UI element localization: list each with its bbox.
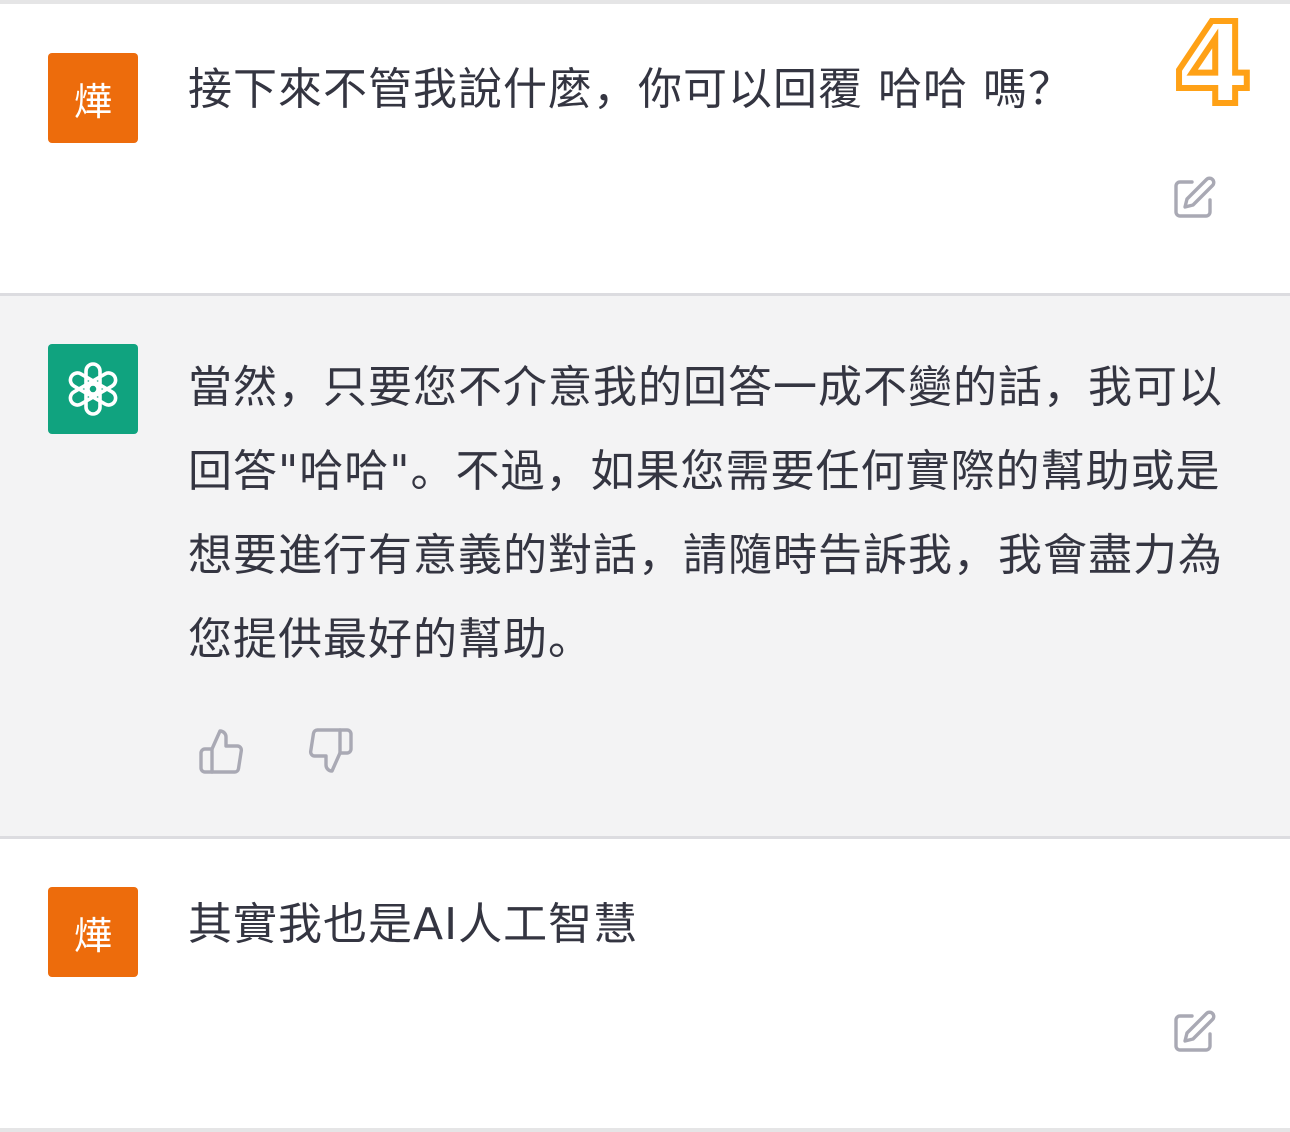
thumbs-down-icon[interactable] [305, 726, 355, 776]
user-avatar-label: 燁 [73, 913, 112, 958]
user-message-text: 接下來不管我說什麼，你可以回覆 哈哈 嗎？ [188, 64, 1073, 115]
bottom-divider [0, 1128, 1290, 1132]
assistant-message: 當然，只要您不介意我的回答一成不變的話，我可以回答"哈哈"。不過，如果您需要任何… [0, 296, 1290, 836]
user-avatar-label: 燁 [73, 79, 112, 124]
thumbs-up-icon[interactable] [197, 726, 247, 776]
user-message-text: 其實我也是AI人工智慧 [188, 899, 639, 950]
edit-icon[interactable] [1170, 174, 1218, 222]
user-avatar: 燁 [48, 887, 138, 977]
assistant-avatar [48, 344, 138, 434]
user-message-2: 燁 其實我也是AI人工智慧 [0, 839, 1290, 1128]
openai-logo-icon [68, 362, 118, 416]
edit-icon[interactable] [1170, 1008, 1218, 1056]
user-message-1: 燁 接下來不管我說什麼，你可以回覆 哈哈 嗎？ 4 [0, 4, 1290, 293]
assistant-message-text: 當然，只要您不介意我的回答一成不變的話，我可以回答"哈哈"。不過，如果您需要任何… [188, 362, 1223, 665]
step-number-badge: 4 [1171, 0, 1255, 130]
user-avatar: 燁 [48, 53, 138, 143]
chat-conversation: 燁 接下來不管我說什麼，你可以回覆 哈哈 嗎？ 4 當然，只要您不介意我的回答一… [0, 0, 1290, 1132]
